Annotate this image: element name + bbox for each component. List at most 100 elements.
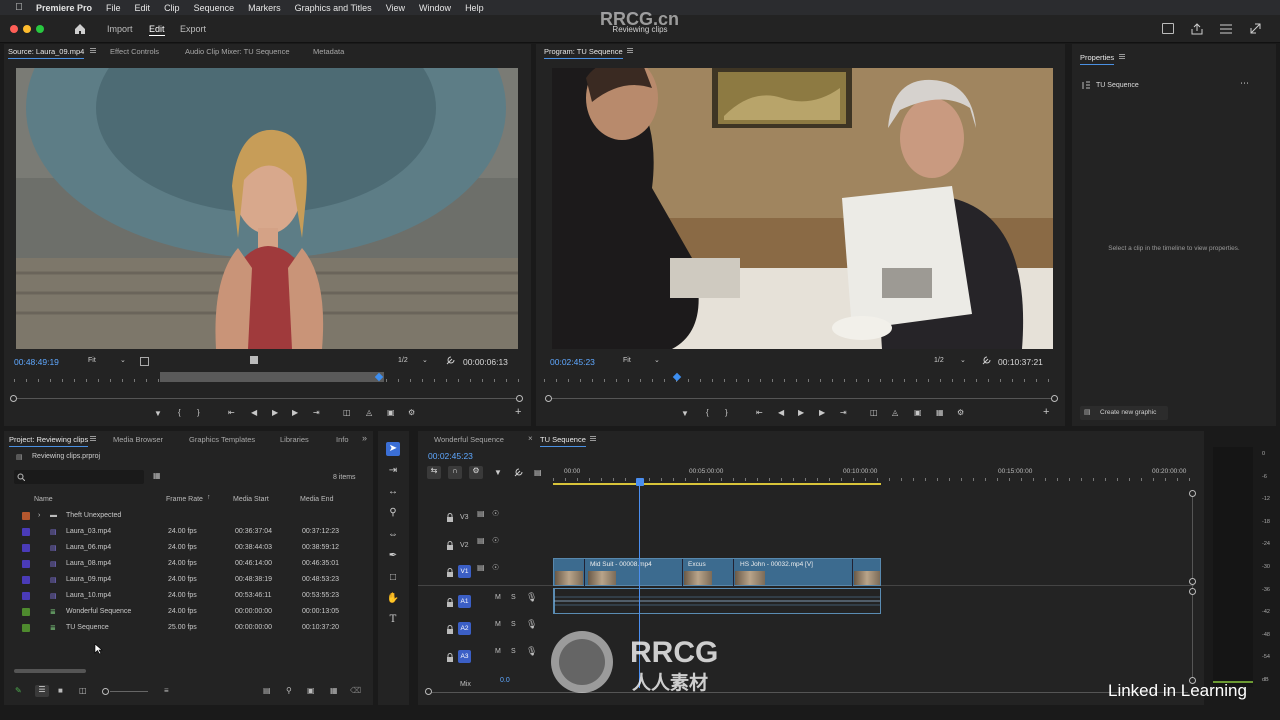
- zoom-slider[interactable]: [110, 691, 148, 692]
- clip-edit-point[interactable]: [682, 559, 683, 587]
- project-list-item[interactable]: ≣ Wonderful Sequence 24.00 fps 00:00:00:00 0…: [4, 604, 369, 620]
- close-icon[interactable]: ×: [528, 434, 533, 443]
- solo-a2-button[interactable]: S: [511, 621, 516, 628]
- mark-out-icon[interactable]: }: [725, 408, 728, 417]
- source-timecode[interactable]: 00:48:49:19: [14, 357, 59, 367]
- label-color-swatch[interactable]: [22, 608, 30, 616]
- source-zoom-bar[interactable]: [14, 398, 520, 399]
- track-a2-target[interactable]: A2: [458, 622, 471, 635]
- chevron-right-icon[interactable]: ›: [38, 512, 40, 519]
- column-frame-rate[interactable]: Frame Rate: [166, 496, 203, 503]
- menu-graphics[interactable]: Graphics and Titles: [295, 3, 372, 13]
- zoom-slider-handle[interactable]: [102, 688, 109, 695]
- tab-project[interactable]: Project: Reviewing clips: [9, 435, 89, 447]
- add-button-icon[interactable]: +: [515, 406, 521, 418]
- track-select-tool-icon[interactable]: ⇥: [386, 464, 400, 478]
- program-video-frame[interactable]: [552, 68, 1053, 349]
- track-v2-label[interactable]: V2: [460, 542, 469, 549]
- apple-icon[interactable]: : [12, 2, 26, 13]
- square-icon[interactable]: [250, 356, 258, 364]
- snap-icon[interactable]: ∩: [448, 466, 462, 479]
- label-color-swatch[interactable]: [22, 576, 30, 584]
- menu-view[interactable]: View: [386, 3, 405, 13]
- tab-info[interactable]: Info: [336, 435, 349, 444]
- mix-value[interactable]: 0.0: [500, 677, 510, 684]
- overwrite-icon[interactable]: ◬: [366, 408, 372, 417]
- hand-tool-icon[interactable]: ✋: [386, 592, 400, 606]
- label-color-swatch[interactable]: [22, 560, 30, 568]
- selection-tool-icon[interactable]: ➤: [386, 442, 400, 456]
- track-v3-label[interactable]: V3: [460, 514, 469, 521]
- fullscreen-icon[interactable]: [1250, 23, 1261, 34]
- workspaces-icon[interactable]: [1162, 23, 1174, 34]
- export-frame-icon[interactable]: ▣: [914, 408, 922, 417]
- extract-icon[interactable]: ◬: [892, 408, 898, 417]
- go-to-out-icon[interactable]: ⇥: [313, 408, 320, 417]
- sort-icon[interactable]: ≡: [164, 686, 169, 695]
- panel-menu-icon[interactable]: [90, 436, 96, 441]
- eye-icon[interactable]: ☉: [492, 536, 499, 545]
- sync-lock-icon[interactable]: ▤: [477, 536, 485, 545]
- solo-a3-button[interactable]: S: [511, 648, 516, 655]
- track-v1-target[interactable]: V1: [458, 565, 471, 578]
- mix-knob[interactable]: [425, 688, 432, 695]
- settings-gear-icon[interactable]: ⚙: [408, 408, 415, 417]
- sync-lock-icon[interactable]: ▤: [477, 509, 485, 518]
- program-zoom-select[interactable]: Fit: [623, 357, 631, 364]
- column-media-start[interactable]: Media Start: [233, 496, 269, 503]
- more-tabs-icon[interactable]: »: [362, 433, 367, 443]
- step-back-icon[interactable]: ◀: [251, 408, 257, 417]
- settings-icon[interactable]: [1220, 24, 1232, 34]
- tab-graphics-templates[interactable]: Graphics Templates: [189, 435, 255, 444]
- solo-a1-button[interactable]: S: [511, 594, 516, 601]
- mute-a2-button[interactable]: M: [495, 621, 501, 628]
- source-resolution-select[interactable]: 1/2: [398, 357, 408, 364]
- mark-in-icon[interactable]: {: [706, 408, 709, 417]
- ripple-edit-tool-icon[interactable]: ↔: [386, 485, 400, 499]
- lock-icon[interactable]: [446, 541, 454, 550]
- work-area-bar[interactable]: [553, 483, 881, 485]
- lift-icon[interactable]: ◫: [870, 408, 878, 417]
- scroll-handle[interactable]: [1189, 490, 1196, 497]
- go-to-in-icon[interactable]: ⇤: [756, 408, 763, 417]
- slip-tool-icon[interactable]: ⇔: [386, 528, 400, 542]
- audio-scrollbar[interactable]: [1192, 591, 1193, 681]
- tab-wonderful-sequence[interactable]: Wonderful Sequence: [434, 435, 504, 444]
- razor-tool-icon[interactable]: ⚲: [386, 506, 400, 520]
- scroll-handle[interactable]: [1189, 588, 1196, 595]
- mark-in-icon[interactable]: {: [178, 408, 181, 417]
- type-tool-icon[interactable]: T: [386, 613, 400, 627]
- project-list-item[interactable]: › ▬ Theft Unexpected: [4, 508, 369, 524]
- microphone-icon[interactable]: 🎙: [526, 619, 537, 630]
- menu-clip[interactable]: Clip: [164, 3, 180, 13]
- icon-view-icon[interactable]: ■: [58, 686, 63, 695]
- create-graphic-button[interactable]: ▤ Create new graphic: [1080, 406, 1168, 420]
- video-scrollbar[interactable]: [1192, 493, 1193, 591]
- mute-a3-button[interactable]: M: [495, 648, 501, 655]
- column-media-end[interactable]: Media End: [300, 496, 333, 503]
- wrench-icon[interactable]: [446, 356, 455, 365]
- panel-menu-icon[interactable]: [90, 48, 96, 53]
- menu-help[interactable]: Help: [465, 3, 484, 13]
- menu-sequence[interactable]: Sequence: [194, 3, 235, 13]
- more-options-icon[interactable]: ⋯: [1240, 78, 1249, 89]
- track-a1-target[interactable]: A1: [458, 595, 471, 608]
- freeform-view-icon[interactable]: ◫: [79, 686, 87, 695]
- lock-icon[interactable]: [446, 625, 454, 634]
- menu-file[interactable]: File: [106, 3, 121, 13]
- program-time-ruler[interactable]: [544, 375, 1056, 385]
- zoom-handle-left[interactable]: [10, 395, 17, 402]
- list-view-icon[interactable]: ☰: [35, 685, 49, 697]
- step-forward-icon[interactable]: ▶: [819, 408, 825, 417]
- tab-media-browser[interactable]: Media Browser: [113, 435, 163, 444]
- lock-icon[interactable]: [446, 568, 454, 577]
- play-icon[interactable]: ▶: [272, 408, 278, 417]
- v1-clip-strip[interactable]: Mid Suit - 00008.mp4 Excus HS John - 000…: [553, 558, 881, 587]
- eye-icon[interactable]: ☉: [492, 509, 499, 518]
- program-timecode[interactable]: 00:02:45:23: [550, 357, 595, 367]
- timeline-timecode[interactable]: 00:02:45:23: [428, 451, 473, 461]
- share-icon[interactable]: [1191, 23, 1203, 35]
- pencil-icon[interactable]: ✎: [15, 686, 22, 695]
- trash-icon[interactable]: ⌫: [350, 686, 361, 695]
- label-color-swatch[interactable]: [22, 544, 30, 552]
